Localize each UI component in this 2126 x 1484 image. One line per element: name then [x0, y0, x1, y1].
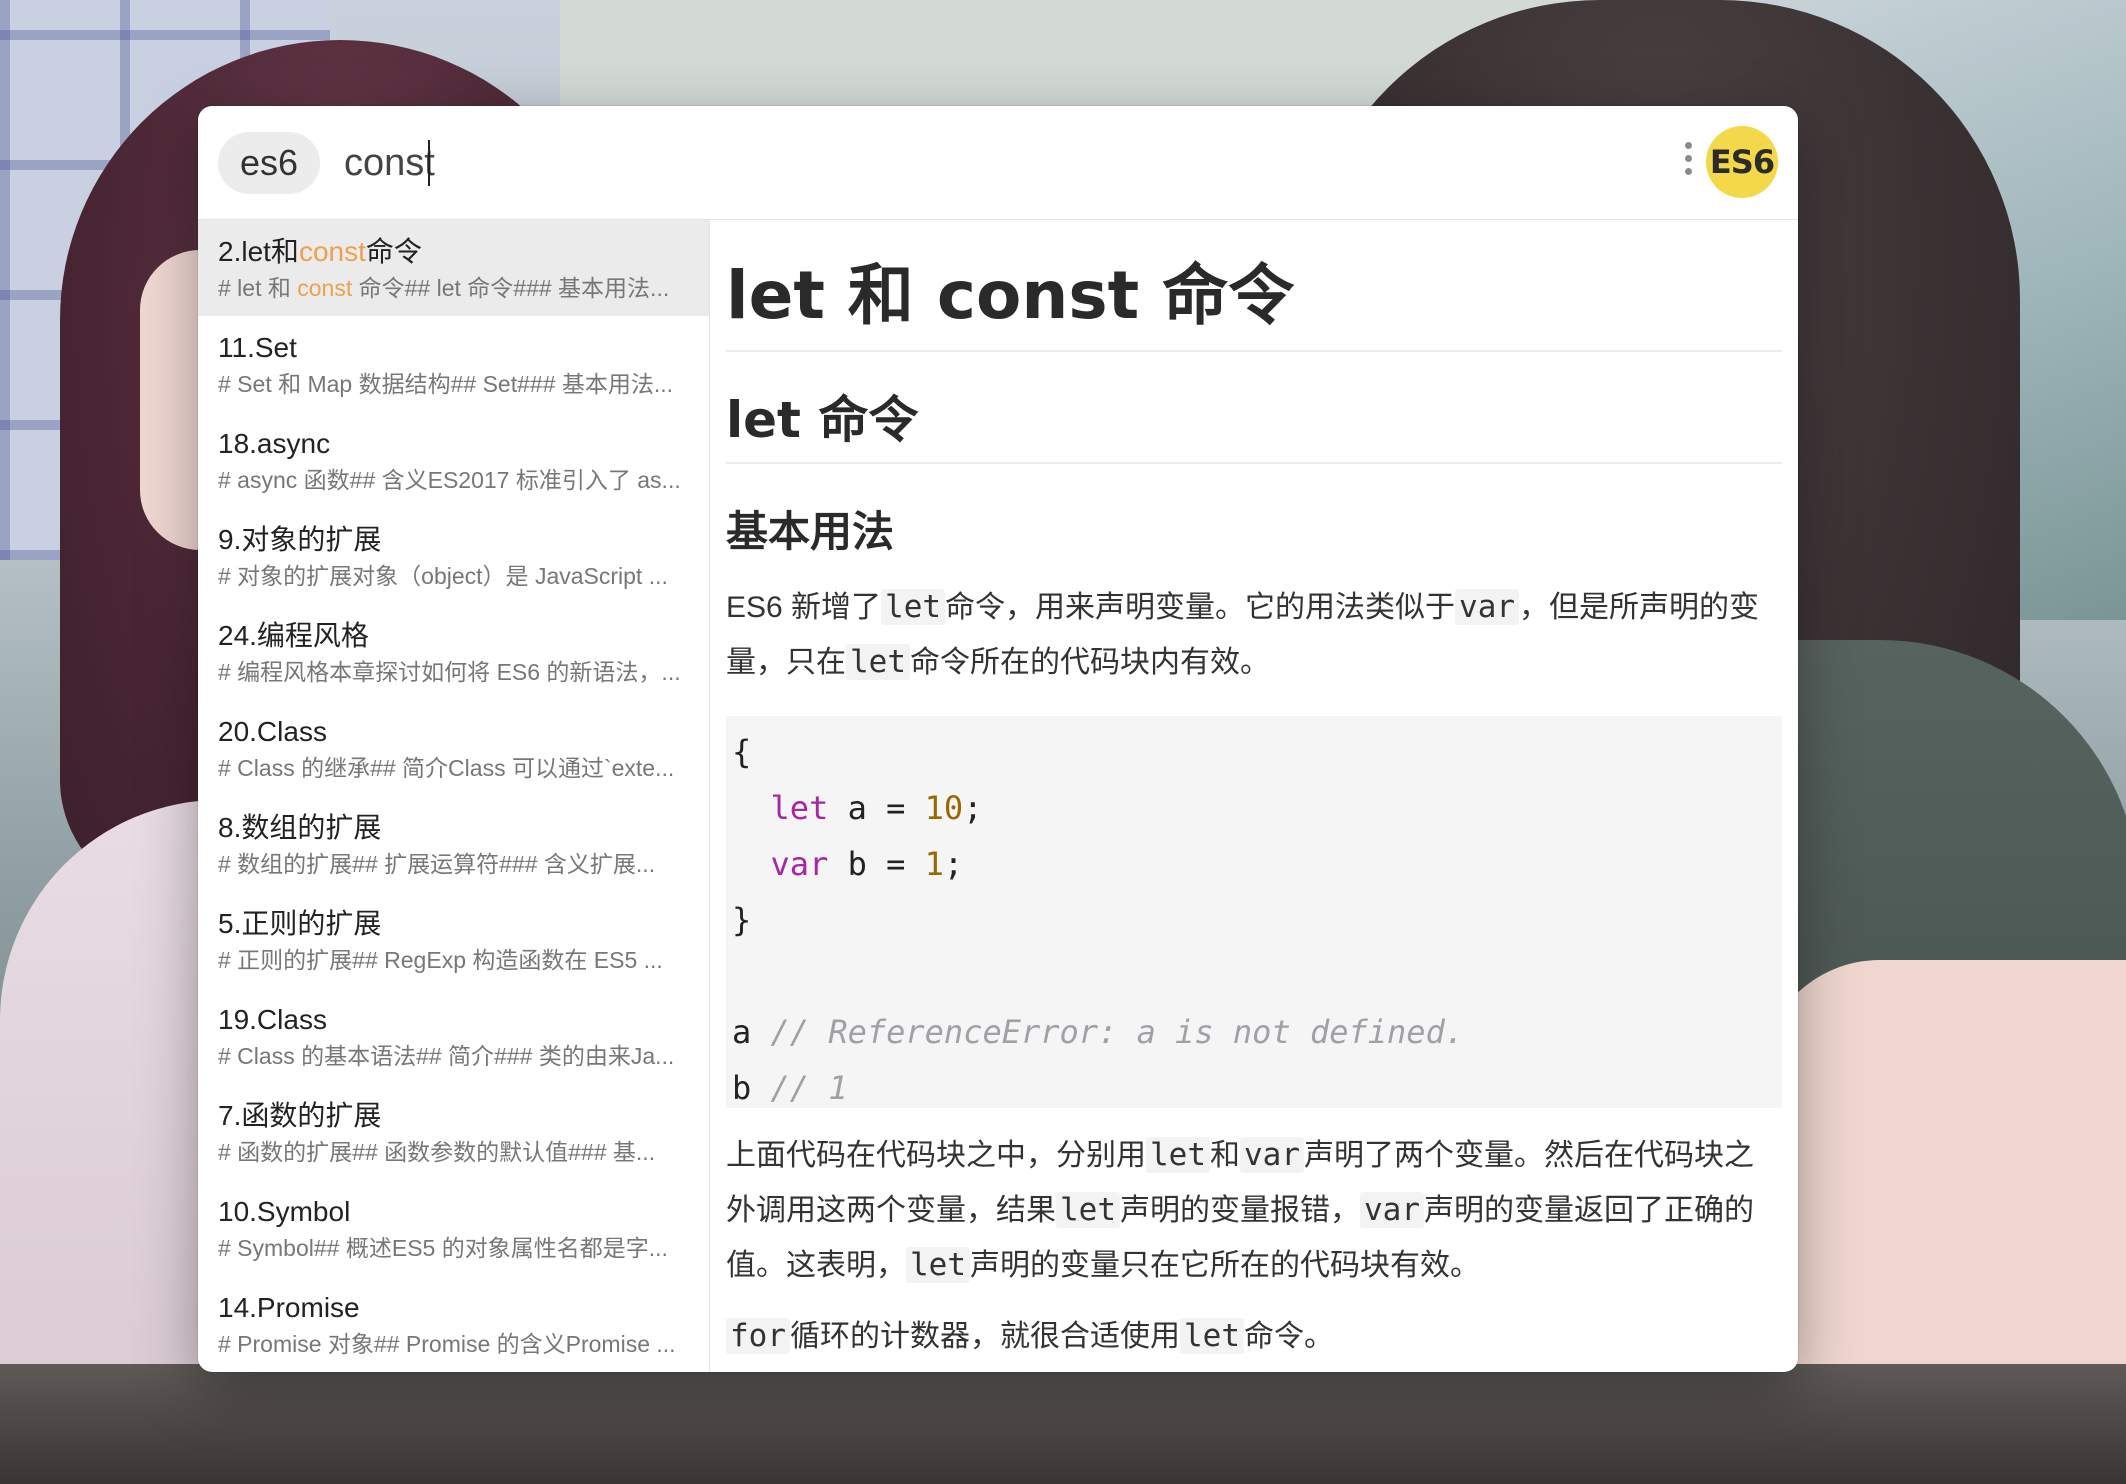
paragraph-text: 上面代码在代码块之中，分别用	[726, 1139, 1146, 1172]
result-title: 24.编程风格	[218, 620, 369, 651]
keyword-chip[interactable]: es6	[218, 132, 321, 194]
result-snippet: # Symbol## 概述ES5 的对象属性名都是字...	[218, 1235, 668, 1261]
paragraph-text: 声明的变量只在它所在的代码块有效。	[970, 1249, 1480, 1282]
paragraph-text: 和	[1210, 1139, 1240, 1172]
es6-logo-icon: ES6	[1706, 126, 1778, 198]
preview-pane[interactable]: let 和 const 命令 let 命令 基本用法 ES6 新增了 let 命令，…	[710, 220, 1798, 1372]
code-line: {	[732, 733, 752, 771]
result-snippet: # 数组的扩展## 扩展运算符### 含义扩展...	[218, 851, 656, 877]
inline-code: var	[1240, 1137, 1304, 1173]
result-list: 2.let和const命令 # let 和 const 命令## let 命令#…	[198, 220, 710, 1372]
code-text: ;	[963, 789, 983, 827]
result-item[interactable]: 24.编程风格 # 编程风格本章探讨如何将 ES6 的新语法，...	[198, 604, 709, 700]
result-snippet-text: # let 和	[218, 275, 298, 301]
result-snippet: # 正则的扩展## RegExp 构造函数在 ES5 ...	[218, 947, 663, 973]
inline-code: var	[1360, 1192, 1424, 1228]
code-keyword: var	[770, 845, 829, 883]
result-snippet: # async 函数## 含义ES2017 标准引入了 as...	[218, 467, 681, 493]
code-line: }	[732, 901, 752, 939]
match-highlight: const	[298, 236, 366, 267]
inline-code: let	[1056, 1192, 1120, 1228]
doc-heading: let 命令	[726, 352, 1782, 464]
result-item[interactable]: 19.Class # Class 的基本语法## 简介### 类的由来Ja...	[198, 988, 709, 1084]
match-highlight: const	[297, 275, 353, 301]
result-title: 2.let和const命令	[218, 234, 695, 270]
doc-paragraph: 上面代码在代码块之中，分别用 let 和 var 声明了两个变量。然后在代码块之外调用这…	[726, 1128, 1782, 1293]
inline-code: let	[906, 1247, 970, 1283]
result-item[interactable]: 8.数组的扩展 # 数组的扩展## 扩展运算符### 含义扩展...	[198, 796, 709, 892]
launcher-window: es6 ES6 2.let和const命令 # let 和 const 命令##…	[198, 106, 1798, 1372]
paragraph-text: 循环的计数器，就很合适使用	[790, 1320, 1180, 1353]
inline-code: let	[846, 644, 910, 680]
inline-code: let	[881, 589, 946, 625]
code-comment: // ReferenceError: a is not defined.	[770, 1013, 1465, 1051]
result-title: 18.async	[218, 428, 331, 459]
result-title: 10.Symbol	[218, 1196, 351, 1227]
code-text: a =	[828, 789, 925, 827]
result-title: 19.Class	[218, 1004, 327, 1035]
result-title: 14.Promise	[218, 1292, 360, 1323]
code-text: ;	[943, 845, 964, 883]
code-comment: // 1	[770, 1069, 848, 1107]
result-item[interactable]: 2.let和const命令 # let 和 const 命令## let 命令#…	[198, 220, 709, 316]
doc-paragraph: ES6 新增了 let 命令，用来声明变量。它的用法类似于 var ，但是所声明的变量，…	[726, 580, 1782, 690]
result-snippet: # 函数的扩展## 函数参数的默认值### 基...	[218, 1139, 656, 1165]
result-item[interactable]: 18.async # async 函数## 含义ES2017 标准引入了 as.…	[198, 412, 709, 508]
result-snippet: # Promise 对象## Promise 的含义Promise ...	[218, 1331, 676, 1357]
paragraph-text: 声明的变量报错，	[1120, 1194, 1360, 1227]
result-item[interactable]: 14.Promise # Promise 对象## Promise 的含义Pro…	[198, 1276, 709, 1372]
doc-subheading: 基本用法	[726, 507, 895, 556]
code-text: b	[732, 1069, 752, 1107]
result-title: 20.Class	[218, 716, 327, 747]
inline-code: var	[1455, 589, 1520, 625]
search-bar: es6 ES6	[198, 106, 1798, 220]
paragraph-text: ES6 新增了	[726, 591, 882, 624]
result-snippet: # Class 的继承## 简介Class 可以通过`exte...	[218, 755, 675, 781]
paragraph-text: 命令。	[1244, 1320, 1334, 1353]
result-item[interactable]: 5.正则的扩展 # 正则的扩展## RegExp 构造函数在 ES5 ...	[198, 892, 709, 988]
paragraph-text: 命令所在的代码块内有效。	[910, 646, 1270, 679]
result-title: 5.正则的扩展	[218, 908, 382, 939]
result-snippet: # Class 的基本语法## 简介### 类的由来Ja...	[218, 1043, 675, 1069]
more-options-icon[interactable]	[1682, 142, 1694, 186]
result-snippet-text: 命令## let 命令### 基本用法...	[352, 275, 670, 301]
result-snippet: # let 和 const 命令## let 命令### 基本用法...	[218, 270, 695, 306]
result-item[interactable]: 11.Set # Set 和 Map 数据结构## Set### 基本用法...	[198, 316, 709, 412]
result-item[interactable]: 7.函数的扩展 # 函数的扩展## 函数参数的默认值### 基...	[198, 1084, 709, 1180]
result-title: 11.Set	[218, 332, 297, 363]
result-item[interactable]: 20.Class # Class 的继承## 简介Class 可以通过`exte…	[198, 700, 709, 796]
result-snippet: # 编程风格本章探讨如何将 ES6 的新语法，...	[218, 659, 681, 685]
code-number: 1	[924, 845, 944, 883]
result-snippet: # 对象的扩展对象（object）是 JavaScript ...	[218, 563, 668, 589]
code-text: b =	[828, 845, 925, 883]
doc-paragraph: for 循环的计数器，就很合适使用 let 命令。	[726, 1309, 1782, 1364]
wallpaper-floor	[0, 1364, 2126, 1484]
code-text: a	[732, 1013, 752, 1051]
search-input[interactable]	[344, 130, 1344, 196]
result-item[interactable]: 10.Symbol # Symbol## 概述ES5 的对象属性名都是字...	[198, 1180, 709, 1276]
result-title: 7.函数的扩展	[218, 1100, 382, 1131]
result-title: 9.对象的扩展	[218, 524, 382, 555]
inline-code: let	[1180, 1318, 1244, 1354]
result-title: 8.数组的扩展	[218, 812, 382, 843]
result-item[interactable]: 9.对象的扩展 # 对象的扩展对象（object）是 JavaScript ..…	[198, 508, 709, 604]
code-keyword: let	[770, 789, 829, 827]
result-title-text: 命令	[365, 236, 422, 267]
paragraph-text: 命令，用来声明变量。它的用法类似于	[945, 591, 1456, 624]
result-title-text: 2.let和	[218, 236, 299, 267]
result-snippet: # Set 和 Map 数据结构## Set### 基本用法...	[218, 371, 674, 397]
doc-title: let 和 const 命令	[726, 220, 1782, 352]
code-block: { let a = 10; var b = 1; } a // Referenc…	[726, 716, 1782, 1108]
inline-code: for	[726, 1318, 790, 1354]
code-number: 10	[924, 789, 964, 827]
text-caret	[428, 140, 430, 186]
inline-code: let	[1146, 1137, 1210, 1173]
